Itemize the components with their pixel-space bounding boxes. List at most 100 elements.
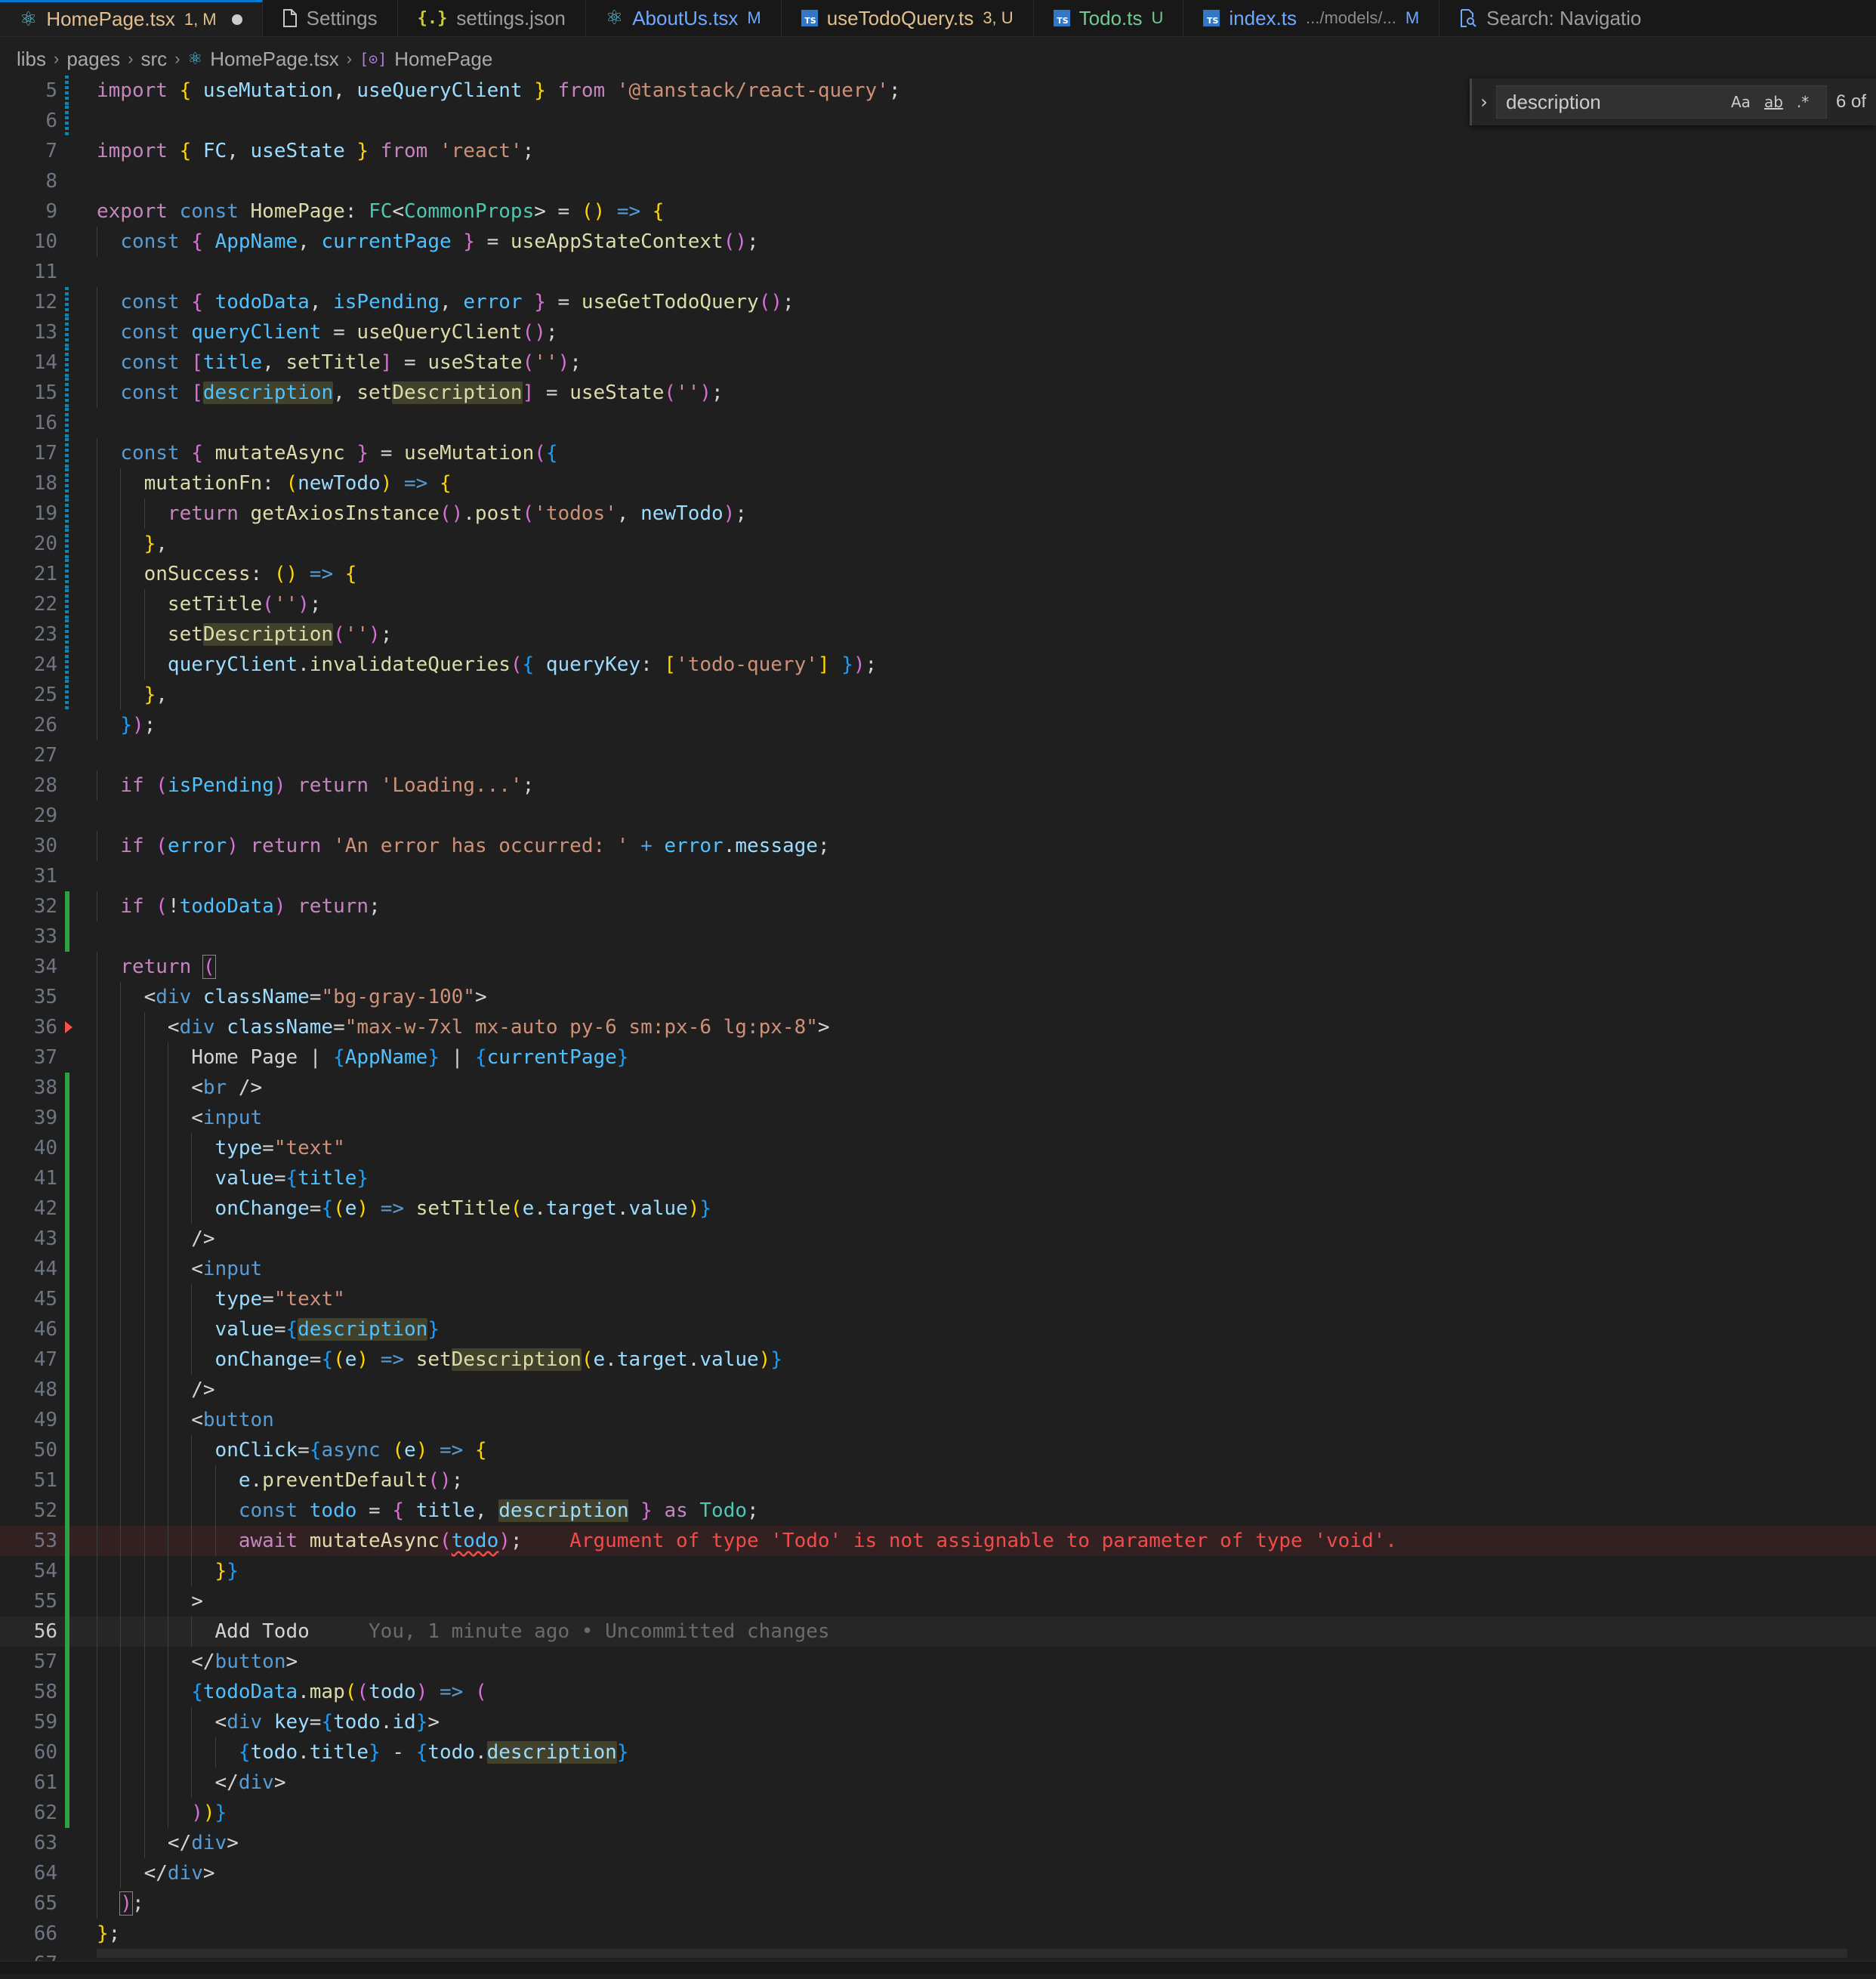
code-line[interactable]: 64 </div> (0, 1858, 1876, 1888)
git-modified-marker[interactable] (65, 650, 69, 680)
code-line[interactable]: 59 <div key={todo.id}> (0, 1707, 1876, 1737)
code-line[interactable]: 19 return getAxiosInstance().post('todos… (0, 499, 1876, 529)
breadcrumb-item[interactable]: HomePage.tsx (210, 48, 339, 71)
git-added-marker[interactable] (65, 1586, 69, 1616)
code-line[interactable]: 11 (0, 257, 1876, 287)
code-line[interactable]: 57 </button> (0, 1647, 1876, 1677)
tab-index-ts[interactable]: TS index.ts .../models/... M (1183, 0, 1440, 36)
code-line[interactable]: 36 <div className="max-w-7xl mx-auto py-… (0, 1012, 1876, 1042)
git-modified-marker[interactable] (65, 589, 69, 619)
git-added-marker[interactable] (65, 1254, 69, 1284)
unsaved-dot-icon[interactable] (231, 14, 242, 25)
git-added-marker[interactable] (65, 1677, 69, 1707)
tab-settings[interactable]: Settings (262, 0, 398, 36)
git-deleted-marker[interactable] (65, 1021, 73, 1033)
git-added-marker[interactable] (65, 1526, 69, 1556)
git-added-marker[interactable] (65, 1405, 69, 1435)
git-modified-marker[interactable] (65, 347, 69, 378)
code-line[interactable]: 13 const queryClient = useQueryClient(); (0, 317, 1876, 347)
git-added-marker[interactable] (65, 1375, 69, 1405)
git-added-marker[interactable] (65, 1345, 69, 1375)
git-modified-marker[interactable] (65, 378, 69, 408)
code-line[interactable]: 43 /> (0, 1224, 1876, 1254)
chevron-right-icon[interactable]: › (1472, 91, 1496, 113)
code-line[interactable]: 28 if (isPending) return 'Loading...'; (0, 770, 1876, 801)
code-line[interactable]: 53 await mutateAsync(todo); Argument of … (0, 1526, 1876, 1556)
git-modified-marker[interactable] (65, 287, 69, 317)
code-line[interactable]: 37 Home Page | {AppName} | {currentPage} (0, 1042, 1876, 1073)
breadcrumb-item[interactable]: src (141, 48, 168, 71)
code-line[interactable]: 15 const [description, setDescription] =… (0, 378, 1876, 408)
code-line[interactable]: 16 (0, 408, 1876, 438)
code-line[interactable]: 32 if (!todoData) return; (0, 891, 1876, 922)
code-line[interactable]: 41 value={title} (0, 1163, 1876, 1193)
code-line[interactable]: 63 </div> (0, 1828, 1876, 1858)
git-added-marker[interactable] (65, 1616, 69, 1647)
git-added-marker[interactable] (65, 1073, 69, 1103)
git-added-marker[interactable] (65, 1284, 69, 1314)
code-line[interactable]: 46 value={description} (0, 1314, 1876, 1345)
git-added-marker[interactable] (65, 1435, 69, 1465)
code-line[interactable]: 33 (0, 922, 1876, 952)
code-line[interactable]: 25 }, (0, 680, 1876, 710)
code-editor[interactable]: 5 import { useMutation, useQueryClient } … (0, 76, 1876, 1975)
regex-toggle[interactable]: .* (1793, 93, 1813, 111)
code-line[interactable]: 23 setDescription(''); (0, 619, 1876, 650)
code-line[interactable]: 52 const todo = { title, description } a… (0, 1496, 1876, 1526)
git-added-marker[interactable] (65, 891, 69, 922)
breadcrumb-item[interactable]: libs (17, 48, 46, 71)
code-line[interactable]: 38 <br /> (0, 1073, 1876, 1103)
git-added-marker[interactable] (65, 1133, 69, 1163)
code-line[interactable]: 35 <div className="bg-gray-100"> (0, 982, 1876, 1012)
whole-word-toggle[interactable]: ab (1760, 93, 1787, 111)
git-added-marker[interactable] (65, 1556, 69, 1586)
git-added-marker[interactable] (65, 1193, 69, 1224)
code-line[interactable]: 48 /> (0, 1375, 1876, 1405)
git-modified-marker[interactable] (65, 529, 69, 559)
code-line[interactable]: 66}; (0, 1919, 1876, 1949)
code-line[interactable]: 51 e.preventDefault(); (0, 1465, 1876, 1496)
tab-settings-json[interactable]: {.} settings.json (397, 0, 586, 36)
git-added-marker[interactable] (65, 1314, 69, 1345)
find-input[interactable] (1506, 90, 1721, 114)
code-line[interactable]: 31 (0, 861, 1876, 891)
git-modified-marker[interactable] (65, 438, 69, 468)
code-line[interactable]: 58 {todoData.map((todo) => ( (0, 1677, 1876, 1707)
code-line[interactable]: 50 onClick={async (e) => { (0, 1435, 1876, 1465)
code-line[interactable]: 10 const { AppName, currentPage } = useA… (0, 227, 1876, 257)
code-line[interactable]: 42 onChange={(e) => setTitle(e.target.va… (0, 1193, 1876, 1224)
code-line[interactable]: 18 mutationFn: (newTodo) => { (0, 468, 1876, 499)
code-line[interactable]: 34 return ( (0, 952, 1876, 982)
code-line[interactable]: 12 const { todoData, isPending, error } … (0, 287, 1876, 317)
tab-search-navigation[interactable]: Search: Navigatio (1439, 0, 1662, 36)
code-line[interactable]: 21 onSuccess: () => { (0, 559, 1876, 589)
git-modified-marker[interactable] (65, 468, 69, 499)
git-added-marker[interactable] (65, 1647, 69, 1677)
code-line[interactable]: 14 const [title, setTitle] = useState(''… (0, 347, 1876, 378)
git-added-marker[interactable] (65, 922, 69, 952)
horizontal-scrollbar[interactable] (97, 1949, 1847, 1958)
code-line[interactable]: 47 onChange={(e) => setDescription(e.tar… (0, 1345, 1876, 1375)
match-case-toggle[interactable]: Aa (1727, 93, 1754, 111)
code-line[interactable]: 49 <button (0, 1405, 1876, 1435)
git-modified-marker[interactable] (65, 76, 69, 106)
code-line[interactable]: 9 export const HomePage: FC<CommonProps> … (0, 196, 1876, 227)
tab-todo-ts[interactable]: TS Todo.ts U (1033, 0, 1184, 36)
code-line[interactable]: 7 import { FC, useState } from 'react'; (0, 136, 1876, 166)
code-line[interactable]: 62 ))} (0, 1798, 1876, 1828)
git-added-marker[interactable] (65, 1768, 69, 1798)
code-line[interactable]: 30 if (error) return 'An error has occur… (0, 831, 1876, 861)
tab-usetodoquery-ts[interactable]: TS useTodoQuery.ts 3, U (781, 0, 1034, 36)
git-added-marker[interactable] (65, 1224, 69, 1254)
code-line[interactable]: 54 }} (0, 1556, 1876, 1586)
git-modified-marker[interactable] (65, 106, 69, 136)
code-line[interactable]: 26 }); (0, 710, 1876, 740)
git-added-marker[interactable] (65, 1163, 69, 1193)
code-line[interactable]: 65 ); (0, 1888, 1876, 1919)
code-line[interactable]: 55 > (0, 1586, 1876, 1616)
git-modified-marker[interactable] (65, 559, 69, 589)
breadcrumb-item[interactable]: pages (66, 48, 120, 71)
git-modified-marker[interactable] (65, 408, 69, 438)
code-line[interactable]: 22 setTitle(''); (0, 589, 1876, 619)
code-line[interactable]: 61 </div> (0, 1768, 1876, 1798)
